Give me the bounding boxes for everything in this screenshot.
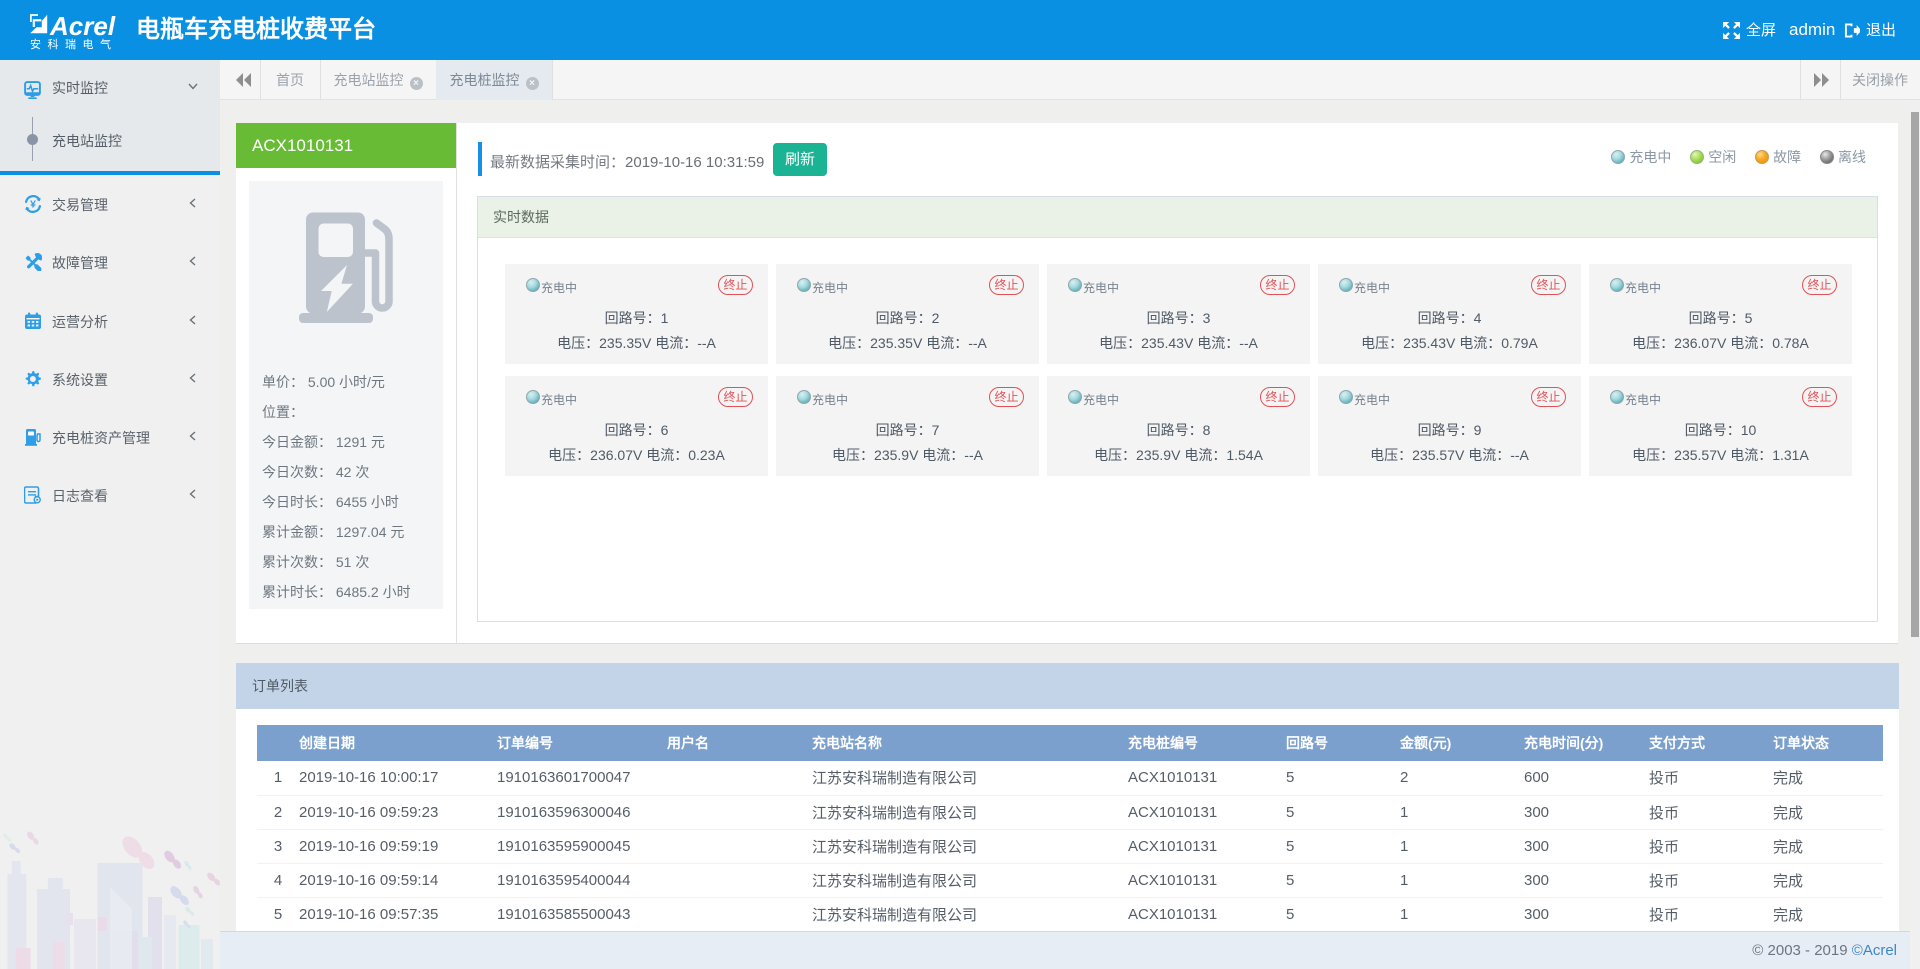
svg-text:¥: ¥ [30, 199, 36, 211]
